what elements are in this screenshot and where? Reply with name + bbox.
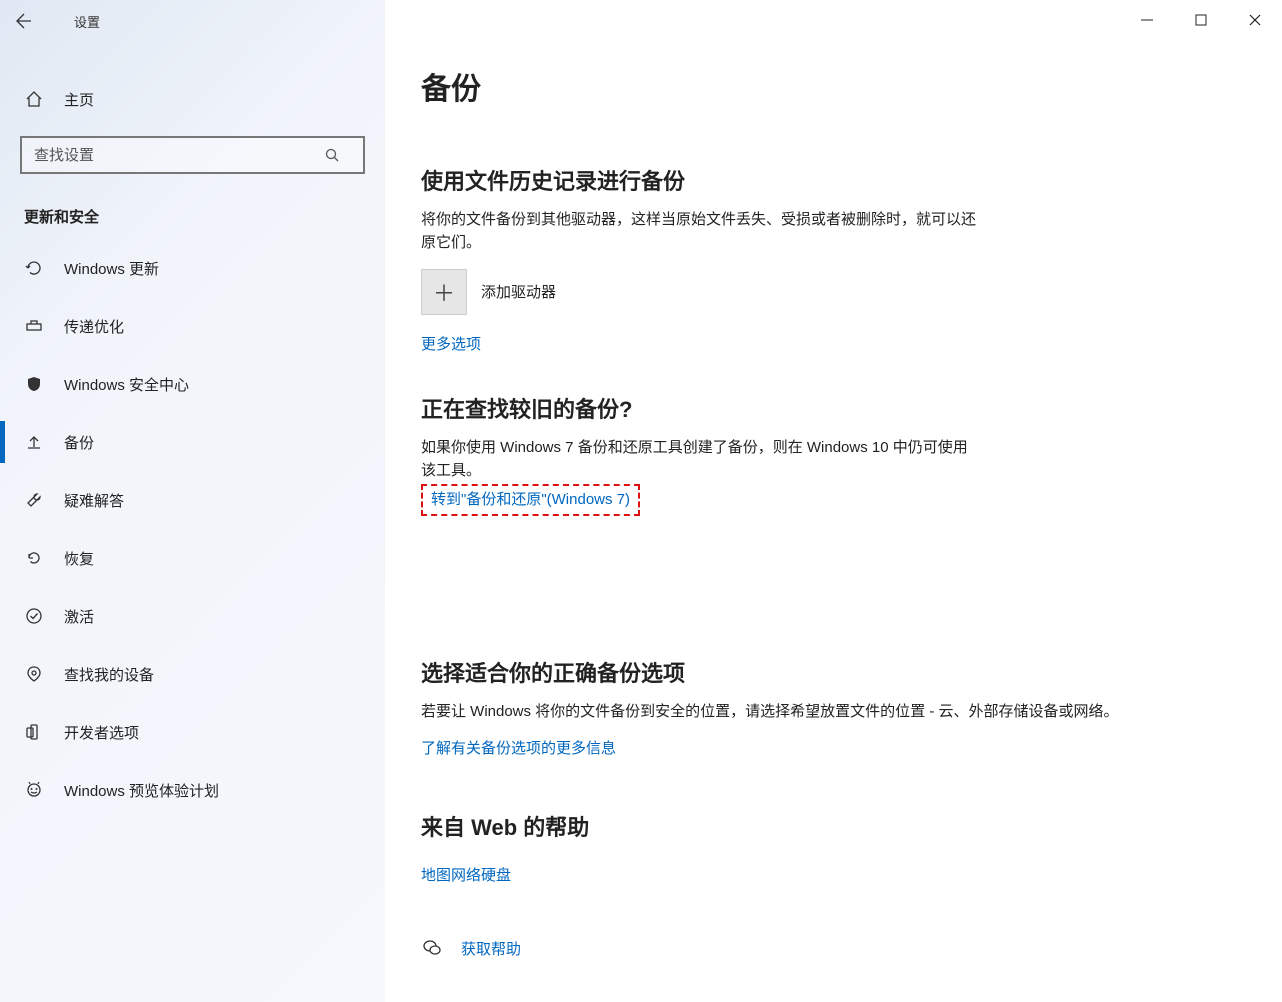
shield-icon xyxy=(24,374,44,394)
section-description: 若要让 Windows 将你的文件备份到安全的位置，请选择希望放置文件的位置 -… xyxy=(421,700,1282,723)
section-description: 如果你使用 Windows 7 备份和还原工具创建了备份，则在 Windows … xyxy=(421,436,981,483)
page-title: 备份 xyxy=(421,64,1282,108)
back-button[interactable] xyxy=(0,0,48,42)
search-input[interactable] xyxy=(22,147,325,164)
plus-icon: ＋ xyxy=(421,269,467,315)
map-network-drive-link[interactable]: 地图网络硬盘 xyxy=(421,864,511,885)
section-backup-options: 选择适合你的正确备份选项 若要让 Windows 将你的文件备份到安全的位置，请… xyxy=(421,656,1282,758)
add-drive-button[interactable]: ＋ 添加驱动器 xyxy=(421,269,1282,315)
refresh-icon xyxy=(24,258,44,278)
nav-item-developer[interactable]: 开发者选项 xyxy=(0,703,385,761)
close-button[interactable] xyxy=(1228,0,1282,40)
nav-item-label: 备份 xyxy=(64,432,94,453)
nav-item-troubleshoot[interactable]: 疑难解答 xyxy=(0,471,385,529)
delivery-icon xyxy=(24,316,44,336)
get-help-label: 获取帮助 xyxy=(461,938,521,959)
nav-item-security[interactable]: Windows 安全中心 xyxy=(0,355,385,413)
window-title: 设置 xyxy=(74,12,100,31)
more-options-link[interactable]: 更多选项 xyxy=(421,333,481,354)
maximize-icon xyxy=(1195,14,1207,26)
section-heading: 正在查找较旧的备份? xyxy=(421,392,1282,424)
nav-item-label: Windows 安全中心 xyxy=(64,374,189,395)
search-box[interactable] xyxy=(20,136,365,174)
nav-item-delivery-optimization[interactable]: 传递优化 xyxy=(0,297,385,355)
wrench-icon xyxy=(24,490,44,510)
sidebar: 设置 主页 更 xyxy=(0,0,385,1002)
nav-item-backup[interactable]: 备份 xyxy=(0,413,385,471)
maximize-button[interactable] xyxy=(1174,0,1228,40)
get-help-row[interactable]: 获取帮助 xyxy=(421,937,1282,959)
section-web-help: 来自 Web 的帮助 地图网络硬盘 xyxy=(421,810,1282,885)
check-circle-icon xyxy=(24,606,44,626)
recovery-icon xyxy=(24,548,44,568)
upload-icon xyxy=(24,432,44,452)
backup-restore-win7-link[interactable]: 转到"备份和还原"(Windows 7) xyxy=(431,488,630,509)
minimize-button[interactable] xyxy=(1120,0,1174,40)
settings-window: 设置 主页 更 xyxy=(0,0,1282,1002)
nav-item-windows-update[interactable]: Windows 更新 xyxy=(0,239,385,297)
section-heading: 选择适合你的正确备份选项 xyxy=(421,656,1282,688)
nav-item-insider[interactable]: Windows 预览体验计划 xyxy=(0,761,385,819)
nav-item-find-my-device[interactable]: 查找我的设备 xyxy=(0,645,385,703)
insider-icon xyxy=(24,780,44,800)
section-old-backup: 正在查找较旧的备份? 如果你使用 Windows 7 备份和还原工具创建了备份，… xyxy=(421,392,1282,517)
close-icon xyxy=(1249,14,1261,26)
learn-more-link[interactable]: 了解有关备份选项的更多信息 xyxy=(421,737,616,758)
highlighted-link-box: 转到"备份和还原"(Windows 7) xyxy=(421,484,640,516)
window-controls xyxy=(1120,0,1282,40)
nav-home[interactable]: 主页 xyxy=(0,78,385,120)
chat-help-icon xyxy=(421,937,443,959)
developer-icon xyxy=(24,722,44,742)
nav-item-label: Windows 更新 xyxy=(64,258,159,279)
arrow-left-icon xyxy=(16,13,32,29)
titlebar: 设置 xyxy=(0,0,385,42)
nav-item-label: 激活 xyxy=(64,606,94,627)
section-heading: 使用文件历史记录进行备份 xyxy=(421,164,1282,196)
category-title: 更新和安全 xyxy=(0,186,385,239)
add-drive-label: 添加驱动器 xyxy=(481,281,556,302)
nav-item-activation[interactable]: 激活 xyxy=(0,587,385,645)
nav-item-label: Windows 预览体验计划 xyxy=(64,780,219,801)
minimize-icon xyxy=(1141,14,1153,26)
nav-item-label: 恢复 xyxy=(64,548,94,569)
nav-item-label: 传递优化 xyxy=(64,316,124,337)
nav-item-label: 开发者选项 xyxy=(64,722,139,743)
nav-home-label: 主页 xyxy=(64,89,94,110)
main-content: 备份 使用文件历史记录进行备份 将你的文件备份到其他驱动器，这样当原始文件丢失、… xyxy=(385,0,1282,1002)
section-description: 将你的文件备份到其他驱动器，这样当原始文件丢失、受损或者被删除时，就可以还原它们… xyxy=(421,208,981,255)
location-icon xyxy=(24,664,44,684)
nav-item-recovery[interactable]: 恢复 xyxy=(0,529,385,587)
search-icon xyxy=(325,148,363,163)
nav-item-label: 疑难解答 xyxy=(64,490,124,511)
home-icon xyxy=(24,89,44,109)
nav-item-label: 查找我的设备 xyxy=(64,664,154,685)
section-heading: 来自 Web 的帮助 xyxy=(421,810,1282,842)
section-file-history: 使用文件历史记录进行备份 将你的文件备份到其他驱动器，这样当原始文件丢失、受损或… xyxy=(421,164,1282,354)
